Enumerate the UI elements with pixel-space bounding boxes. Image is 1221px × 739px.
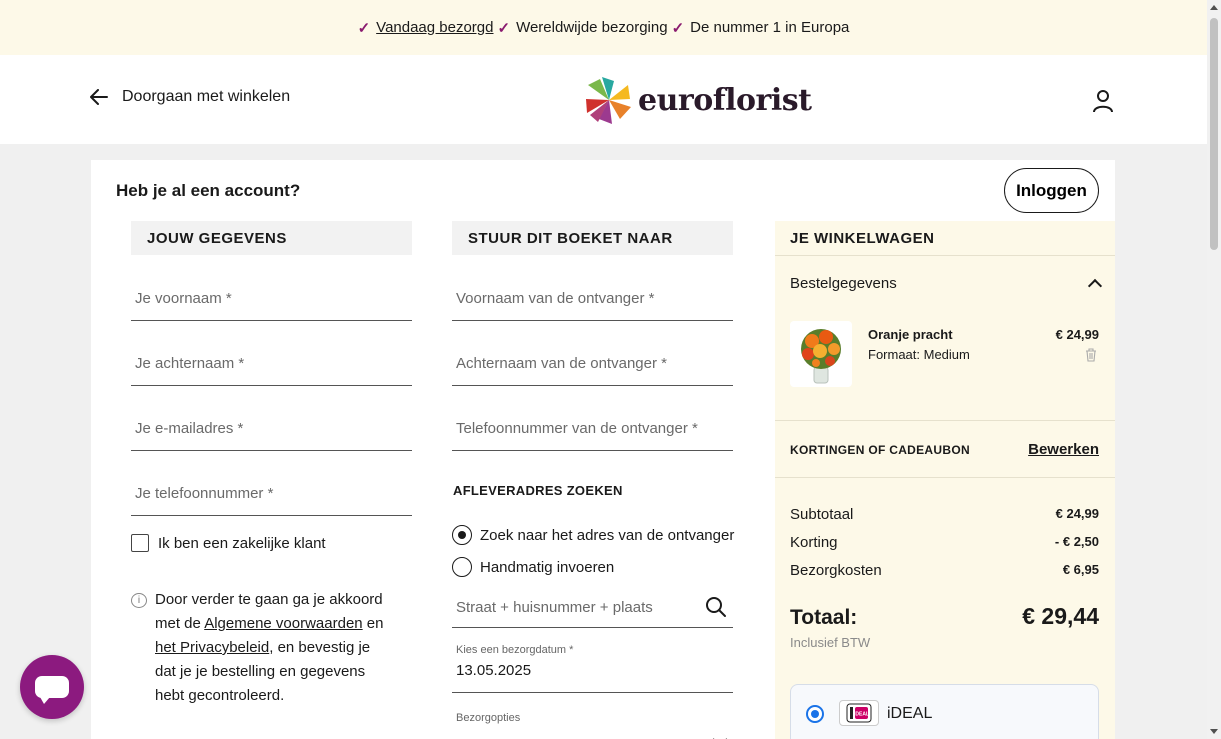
- delivery-date-label: Kies een bezorgdatum *: [456, 644, 574, 656]
- product-name[interactable]: Oranje pracht: [868, 327, 953, 342]
- delivery-date-field[interactable]: Kies een bezorgdatum * 13.05.2025: [452, 642, 733, 693]
- shipping-value: € 6,95: [1062, 562, 1099, 577]
- payment-option-ideal[interactable]: iDEAL iDEAL: [790, 684, 1099, 739]
- phone-field[interactable]: Je telefoonnummer *: [131, 472, 412, 516]
- phone-placeholder: Je telefoonnummer *: [135, 485, 274, 502]
- ideal-logo-text: iDEAL: [854, 712, 869, 718]
- recipient-last-name-field[interactable]: Achternaam van de ontvanger *: [452, 342, 733, 386]
- logo-wordmark: euroflorist: [638, 82, 812, 118]
- continue-shopping-label: Doorgaan met winkelen: [122, 88, 291, 105]
- vat-note: Inclusief BTW: [790, 635, 871, 650]
- radio-selected[interactable]: [452, 525, 472, 545]
- usp-worldwide: Wereldwijde bezorging: [516, 19, 668, 36]
- check-icon: ✓: [497, 19, 511, 37]
- business-customer-checkbox[interactable]: [131, 534, 149, 552]
- terms-conditions-link[interactable]: Algemene voorwaarden: [204, 615, 362, 632]
- first-name-placeholder: Je voornaam *: [135, 290, 232, 307]
- chat-bubble-icon: [35, 676, 69, 704]
- arrow-left-icon: [90, 89, 108, 105]
- flower-logo-icon: [586, 77, 631, 124]
- total-label: Totaal:: [790, 606, 858, 629]
- address-search-heading: AFLEVERADRES ZOEKEN: [453, 483, 623, 498]
- discount-edit-link[interactable]: Bewerken: [1028, 441, 1099, 458]
- privacy-policy-link[interactable]: het Privacybeleid: [155, 639, 269, 656]
- terms-notice: i Door verder te gaan ga je akkoord met …: [131, 588, 391, 708]
- address-search-input[interactable]: Straat + huisnummer + plaats: [452, 587, 733, 628]
- product-price: € 24,99: [1055, 327, 1099, 342]
- email-field[interactable]: Je e-mailadres *: [131, 407, 412, 451]
- recipient-first-name-field[interactable]: Voornaam van de ontvanger *: [452, 277, 733, 321]
- scroll-down-icon[interactable]: [1210, 729, 1218, 734]
- shipping-label: Bezorgkosten: [790, 562, 882, 579]
- payment-method-label: iDEAL: [887, 705, 933, 722]
- recipient-phone-field[interactable]: Telefoonnummer van de ontvanger *: [452, 407, 733, 451]
- last-name-field[interactable]: Je achternaam *: [131, 342, 412, 386]
- recipient-phone-placeholder: Telefoonnummer van de ontvanger *: [456, 420, 698, 437]
- radio-search-address[interactable]: Zoek naar het adres van de ontvanger: [452, 525, 734, 545]
- first-name-field[interactable]: Je voornaam *: [131, 277, 412, 321]
- delivery-options-label: Bezorgopties: [456, 712, 521, 724]
- subtotal-value: € 24,99: [1055, 506, 1099, 521]
- address-search-placeholder: Straat + huisnummer + plaats: [456, 598, 653, 616]
- page-scrollbar[interactable]: [1207, 0, 1221, 739]
- chevron-up-icon[interactable]: [1087, 278, 1103, 294]
- last-name-placeholder: Je achternaam *: [135, 355, 245, 372]
- divider: [775, 477, 1115, 478]
- your-details-heading: JOUW GEGEVENS: [131, 221, 412, 255]
- user-account-icon[interactable]: [1092, 89, 1114, 118]
- total-value: € 29,44: [1022, 603, 1099, 629]
- discount-label: KORTINGEN OF CADEAUBON: [790, 443, 970, 457]
- scroll-up-icon[interactable]: [1210, 5, 1218, 10]
- subtotal-label: Subtotaal: [790, 506, 854, 523]
- recipient-first-name-placeholder: Voornaam van de ontvanger *: [456, 290, 655, 307]
- checkout-card: Heb je al een account? Inloggen JOUW GEG…: [91, 160, 1115, 739]
- check-icon: ✓: [357, 19, 371, 37]
- chat-button[interactable]: [20, 655, 84, 719]
- login-button[interactable]: Inloggen: [1004, 168, 1099, 213]
- delivery-date-value: 13.05.2025: [456, 662, 532, 679]
- search-icon[interactable]: [705, 596, 727, 618]
- discount-row: Korting - € 2,50: [790, 534, 1099, 551]
- total-row: Totaal: € 29,44: [790, 603, 1099, 630]
- radio-manual-label: Handmatig invoeren: [480, 558, 615, 576]
- radio-manual-entry[interactable]: Handmatig invoeren: [452, 557, 614, 577]
- chevron-down-icon: [712, 731, 728, 739]
- product-image: [790, 321, 852, 387]
- recipient-last-name-placeholder: Achternaam van de ontvanger *: [456, 355, 667, 372]
- shipping-row: Bezorgkosten € 6,95: [790, 562, 1099, 579]
- announcement-bar: ✓ Vandaag bezorgd ✓ Wereldwijde bezorgin…: [0, 0, 1207, 55]
- header: Doorgaan met winkelen euroflorist: [0, 55, 1207, 144]
- payment-radio[interactable]: [806, 705, 824, 723]
- business-customer-label: Ik ben een zakelijke klant: [158, 534, 326, 552]
- email-placeholder: Je e-mailadres *: [135, 420, 244, 437]
- usp-number-one: De nummer 1 in Europa: [690, 19, 850, 36]
- cart-heading: JE WINKELWAGEN: [775, 221, 1115, 256]
- order-details-toggle[interactable]: Bestelgegevens: [790, 275, 897, 292]
- shopping-cart-panel: JE WINKELWAGEN Bestelgegevens Oranje pra…: [775, 221, 1115, 739]
- account-question: Heb je al een account?: [116, 181, 301, 200]
- subtotal-row: Subtotaal € 24,99: [790, 506, 1099, 523]
- terms-text-part: en: [362, 615, 384, 632]
- discount-row-label: Korting: [790, 534, 838, 551]
- radio-search-label: Zoek naar het adres van de ontvanger: [480, 526, 735, 544]
- divider: [775, 420, 1115, 421]
- recipient-heading: STUUR DIT BOEKET NAAR: [452, 221, 733, 255]
- delivery-options-select[interactable]: Bezorgopties: [452, 710, 733, 739]
- trash-icon[interactable]: [1085, 348, 1097, 367]
- product-size: Formaat: Medium: [868, 347, 970, 362]
- link-today-delivered[interactable]: Vandaag bezorgd: [376, 19, 493, 36]
- check-icon: ✓: [671, 19, 685, 37]
- continue-shopping-link[interactable]: Doorgaan met winkelen: [90, 88, 290, 106]
- business-customer-row[interactable]: Ik ben een zakelijke klant: [131, 534, 326, 552]
- euroflorist-logo[interactable]: euroflorist: [584, 75, 812, 125]
- discount-row-value: - € 2,50: [1054, 534, 1099, 549]
- terms-text: Door verder te gaan ga je akkoord met de…: [155, 588, 391, 708]
- ideal-logo-icon: iDEAL: [839, 700, 879, 726]
- scroll-thumb[interactable]: [1210, 18, 1218, 250]
- info-icon: i: [131, 593, 147, 608]
- radio-unselected[interactable]: [452, 557, 472, 577]
